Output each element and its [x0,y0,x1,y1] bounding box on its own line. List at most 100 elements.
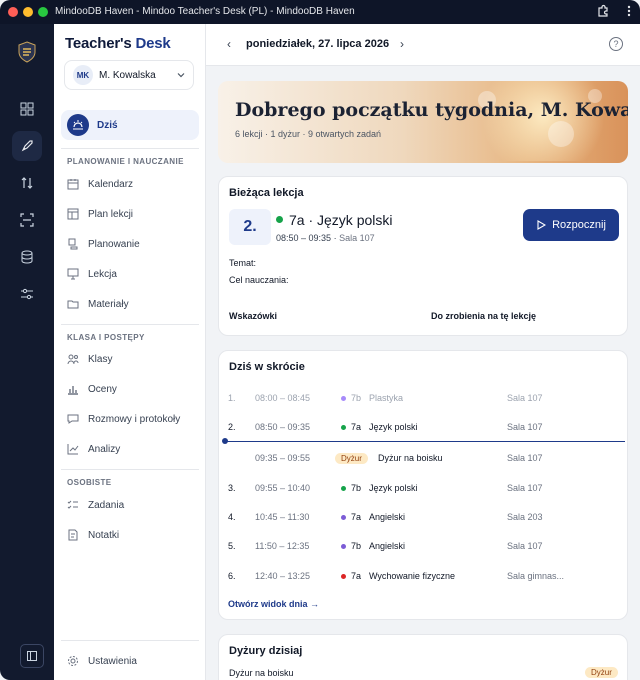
line-chart-icon [67,444,79,455]
brand-word-1: Teacher's [65,35,132,52]
schedule-row[interactable]: 09:35 – 09:55 Dyżur Dyżur na boisku Sala 10… [219,445,629,471]
nav-classes-label: Klasy [88,353,113,365]
prev-day-button[interactable]: ‹ [227,37,231,51]
row-time: 10:45 – 11:30 [255,512,310,522]
nav-materials[interactable]: Materiały [67,294,129,314]
minimize-window-button[interactable] [23,7,33,17]
row-room: Sala gimnas... [507,571,565,581]
subject-color-dot [276,216,283,223]
checklist-icon [67,500,78,509]
schedule-row[interactable]: 3. 09:55 – 10:40 7b Język polski Sala 107 [219,475,629,501]
section-title-planning: PLANOWANIE I NAUCZANIE [67,157,184,166]
greeting-summary: 6 lekcji · 1 dyżur · 9 otwartych zadań [235,129,382,139]
subject-color-dot [341,424,346,430]
row-subject: Angielski [369,512,406,522]
user-switcher[interactable]: MK M. Kowalska [64,60,194,90]
brand-title: Teacher's Desk [65,35,171,52]
duty-badge: Dyżur [585,667,618,678]
play-icon [537,220,547,230]
schedule-row[interactable]: 5. 11:50 – 12:35 7b Angielski Sala 107 [219,533,629,559]
row-time: 08:50 – 09:35 [255,422,311,432]
nav-planning[interactable]: Planowanie [67,234,140,254]
row-class: 7a [341,571,361,581]
schedule-row[interactable]: 6. 12:40 – 13:25 7a Wychowanie fizyczne Sala… [219,563,629,589]
nav-grades[interactable]: Oceny [67,379,117,399]
rail-scan-icon[interactable] [12,205,42,235]
class-name: 7a [351,512,362,522]
row-room: Sala 107 [507,393,543,403]
nav-notes[interactable]: Notatki [67,525,119,545]
row-room: Sala 107 [507,422,543,432]
help-button[interactable]: ? [609,37,623,51]
schedule-row[interactable]: 2. 08:50 – 09:35 7a Język polski Sala 107 [219,414,629,440]
start-lesson-button[interactable]: Rozpocznij [523,209,619,241]
next-day-button[interactable]: › [400,37,404,51]
avatar: MK [73,65,93,85]
nav-planning-label: Planowanie [88,238,140,250]
row-room: Sala 203 [507,512,543,522]
subject-color-dot [341,543,346,549]
nav-lesson-label: Lekcja [88,268,117,280]
topic-label: Temat: [229,258,257,268]
more-menu-icon[interactable] [622,4,636,18]
nav-settings-label: Ustawienia [88,655,137,667]
nav-conversations[interactable]: Rozmowy i protokoły [67,409,180,429]
nav-grades-label: Oceny [88,383,117,395]
divider [61,640,199,641]
duties-card: Dyżury dzisiaj Dyżur na boisku Dyżur [218,634,628,680]
app-window: MindooDB Haven - Mindoo Teacher's Desk (… [0,0,640,680]
section-title-personal: OSOBISTE [67,478,112,487]
nav-calendar[interactable]: Kalendarz [67,174,133,194]
start-lesson-label: Rozpocznij [552,219,606,231]
row-number: 4. [228,512,236,522]
rail-database-icon[interactable] [12,242,42,272]
row-class: Dyżur [335,452,368,464]
lesson-title-text: 7a · Język polski [289,212,393,228]
zoom-window-button[interactable] [38,7,48,17]
table-icon [67,208,79,220]
nav-settings[interactable]: Ustawienia [67,651,137,671]
app-logo-icon[interactable] [15,40,39,64]
rail-rocket-icon[interactable] [12,131,42,161]
row-subject: Dyżur na boisku [378,453,443,463]
lesson-time-text: 08:50 – 09:35 [276,233,332,243]
presentation-icon [67,268,79,280]
lesson-title: 7a · Język polski [276,212,392,228]
rail-settings-sliders-icon[interactable] [12,279,42,309]
nav-today-label: Dziś [97,119,118,131]
class-name: 7b [351,541,362,551]
user-name: M. Kowalska [99,69,156,81]
nav-materials-label: Materiały [88,298,129,310]
row-number: 6. [228,571,236,581]
nav-lesson[interactable]: Lekcja [67,264,117,284]
class-name: 7a [351,422,362,432]
close-window-button[interactable] [8,7,18,17]
app-rail [0,24,54,680]
rail-sync-icon[interactable] [12,168,42,198]
collapse-sidebar-button[interactable] [20,644,44,668]
nav-timetable[interactable]: Plan lekcji [67,204,133,224]
bar-chart-icon [68,386,78,395]
today-overview-card: Dziś w skrócie 1. 08:00 – 08:45 7b Plastyka… [218,350,628,620]
main-content: ‹ poniedziałek, 27. lipca 2026 › ? Dobre… [206,24,640,680]
row-time: 12:40 – 13:25 [255,571,311,581]
nav-today[interactable]: Dziś [61,110,199,140]
row-subject: Język polski [369,422,418,432]
todo-label: Do zrobienia na tę lekcję [431,311,537,321]
extension-icon[interactable] [596,4,610,18]
schedule-row[interactable]: 4. 10:45 – 11:30 7a Angielski Sala 203 [219,504,629,530]
subject-color-dot [341,485,346,491]
window-title: MindooDB Haven - Mindoo Teacher's Desk (… [55,6,355,17]
schedule-row[interactable]: 1. 08:00 – 08:45 7b Plastyka Sala 107 [219,385,629,411]
duties-heading: Dyżury dzisiaj [229,645,303,657]
chevron-down-icon [177,73,185,78]
rail-dashboard-icon[interactable] [12,94,42,124]
nav-tasks[interactable]: Zadania [67,495,124,515]
subject-color-dot [341,395,346,401]
nav-analytics[interactable]: Analizy [67,439,120,459]
open-day-view-link[interactable]: Otwórz widok dnia → [228,599,319,609]
greeting-banner: Dobrego początku tygodnia, M. Kowalska 6… [218,81,628,163]
nav-classes[interactable]: Klasy [67,349,112,369]
class-name: 7b [351,393,362,403]
users-icon [67,354,79,365]
